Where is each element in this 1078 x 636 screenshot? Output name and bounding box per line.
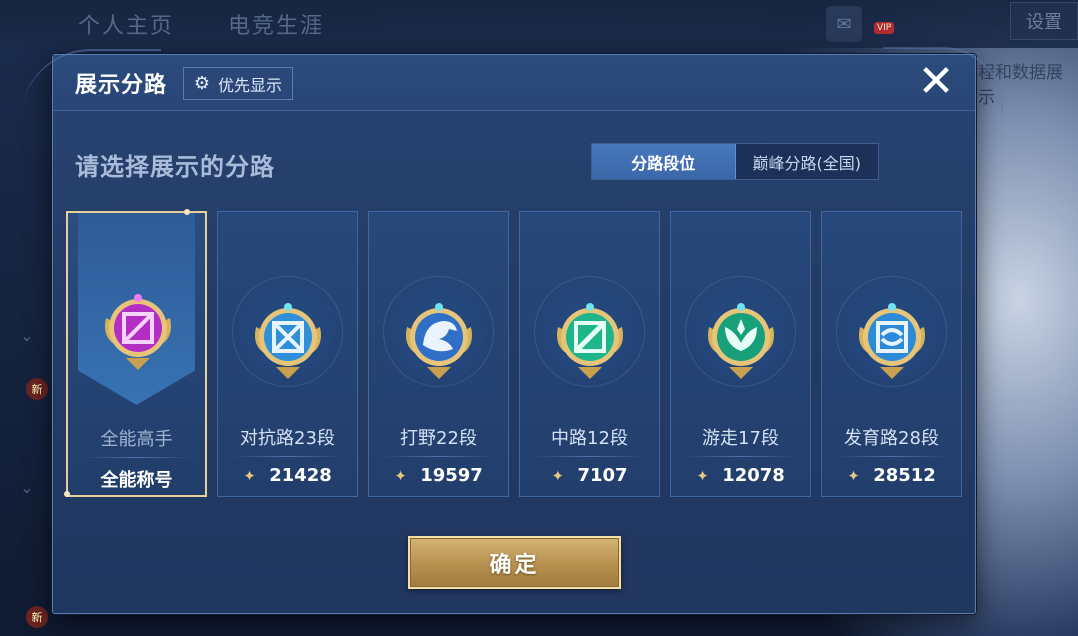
lane-score: ✦ 21428 (218, 465, 357, 486)
all-round-emblem-icon (105, 294, 171, 370)
lane-card-farm-lane[interactable]: 发育路28段 ✦ 28512 (821, 211, 962, 497)
new-badge: 新 (26, 606, 48, 628)
all-round-title-label: 全能称号 (100, 470, 173, 491)
lane-name: 对抗路23段 (240, 428, 335, 449)
score-value: 21428 (269, 465, 332, 486)
lane-score: ✦ 19597 (369, 465, 508, 486)
lane-name: 游走17段 (702, 428, 779, 449)
lane-name: 中路12段 (551, 428, 628, 449)
dialog-title: 展示分路 (75, 73, 168, 98)
divider (836, 456, 947, 457)
lane-display-dialog: 展示分路 ⚙ 优先显示 ✕ 请选择展示的分路 分路段位 巅峰分路(全国) 全能高… (21, 47, 1003, 614)
points-icon: ✦ (394, 466, 407, 485)
points-icon: ✦ (696, 466, 709, 485)
lane-name: 发育路28段 (844, 428, 939, 449)
tab-lane-rank[interactable]: 分路段位 (592, 144, 736, 179)
lane-card-jungle[interactable]: 打野22段 ✦ 19597 (368, 211, 509, 497)
divider (534, 456, 645, 457)
ranking-segmented-control: 分路段位 巅峰分路(全国) (591, 143, 879, 180)
clash-lane-emblem-icon (255, 303, 321, 379)
vip-badge: VIP (874, 22, 895, 34)
close-icon[interactable]: ✕ (915, 60, 957, 104)
lane-card-mid-lane[interactable]: 中路12段 ✦ 7107 (519, 211, 660, 497)
divider (685, 456, 796, 457)
score-value: 28512 (873, 465, 936, 486)
roam-emblem-icon (708, 303, 774, 379)
lane-score: ✦ 28512 (822, 465, 961, 486)
lane-score: ✦ 7107 (520, 465, 659, 486)
lane-name: 打野22段 (400, 428, 477, 449)
score-value: 19597 (420, 465, 483, 486)
points-icon: ✦ (847, 466, 860, 485)
chevron-down-icon[interactable]: ⌄ (20, 478, 33, 497)
settings-button[interactable]: 设置 (1010, 2, 1078, 40)
score-value: 12078 (722, 465, 785, 486)
corner-ornament (184, 209, 190, 215)
priority-display-button[interactable]: ⚙ 优先显示 (183, 67, 294, 100)
lane-score: ✦ 12078 (671, 465, 810, 486)
lane-card-all-round[interactable]: 全能高手 全能称号 (64, 209, 207, 497)
score-value: 7107 (577, 465, 628, 486)
dialog-subtitle: 请选择展示的分路 (75, 153, 275, 181)
top-navigation-bar: 个人主页 电竞生涯 ✉ VIP 设置 (0, 0, 1078, 48)
mid-lane-emblem-icon (557, 303, 623, 379)
lane-card-clash-lane[interactable]: 对抗路23段 ✦ 21428 (217, 211, 358, 497)
divider (232, 456, 343, 457)
priority-display-label: 优先显示 (218, 75, 283, 95)
divider (383, 456, 494, 457)
gear-icon: ⚙ (193, 72, 211, 94)
tab-profile[interactable]: 个人主页 (78, 8, 174, 40)
chat-icon[interactable]: ✉ (826, 6, 862, 42)
points-icon: ✦ (551, 466, 565, 485)
tab-esports-career[interactable]: 电竞生涯 (228, 8, 324, 40)
tab-peak-lane-national[interactable]: 巅峰分路(全国) (736, 144, 879, 179)
confirm-button[interactable]: 确定 (408, 536, 621, 589)
lane-name: 全能高手 (100, 429, 173, 450)
jungle-emblem-icon (406, 303, 472, 379)
lane-card-roam[interactable]: 游走17段 ✦ 12078 (670, 211, 811, 497)
divider (82, 457, 193, 458)
points-icon: ✦ (243, 466, 256, 485)
new-badge: 新 (26, 378, 48, 400)
farm-lane-emblem-icon (859, 303, 925, 379)
chevron-down-icon[interactable]: ⌄ (20, 326, 33, 345)
